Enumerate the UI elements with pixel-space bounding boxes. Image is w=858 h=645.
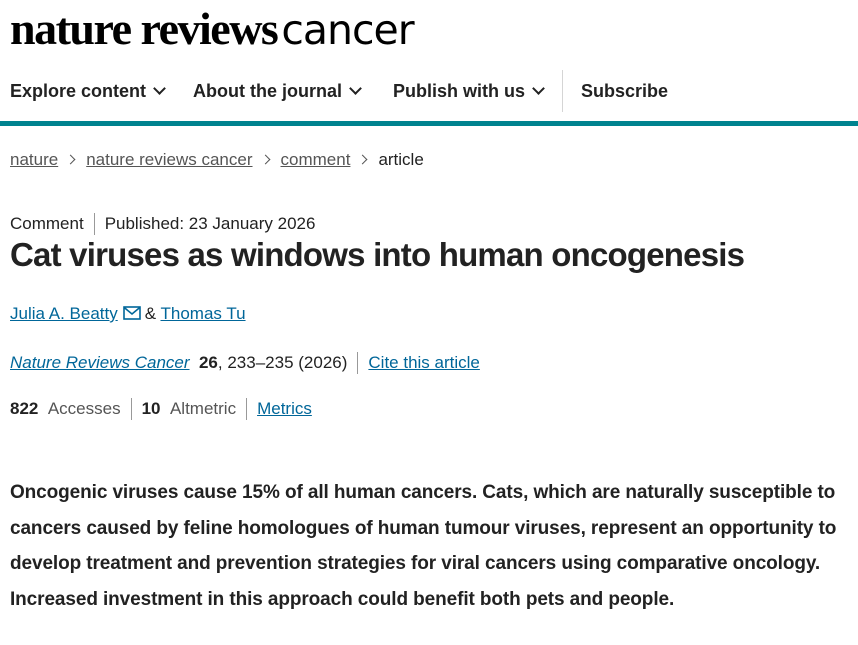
accesses-label: Accesses bbox=[47, 399, 121, 418]
article-meta: Comment Published: 23 January 2026 bbox=[10, 212, 315, 236]
breadcrumb-nature-reviews-cancer[interactable]: nature reviews cancer bbox=[86, 150, 252, 169]
altmetric-count: 10 bbox=[141, 399, 161, 418]
accesses-count: 822 bbox=[10, 399, 39, 418]
author-separator: & bbox=[144, 304, 157, 323]
citation-line: Nature Reviews Cancer 26, 233–235 (2026)… bbox=[10, 350, 480, 376]
journal-link[interactable]: Nature Reviews Cancer bbox=[10, 353, 190, 372]
volume-number: 26 bbox=[198, 353, 218, 372]
author-link[interactable]: Julia A. Beatty bbox=[10, 304, 118, 323]
main-nav: Explore content About the journal Publis… bbox=[0, 66, 858, 116]
chevron-down-icon bbox=[532, 82, 545, 95]
altmetric-label: Altmetric bbox=[169, 399, 237, 418]
breadcrumb-nature[interactable]: nature bbox=[10, 150, 58, 169]
email-icon[interactable] bbox=[122, 302, 141, 328]
metrics-divider bbox=[246, 397, 248, 420]
cite-divider bbox=[357, 351, 359, 374]
logo-light-text: cancer bbox=[281, 6, 414, 54]
header-accent-bar bbox=[0, 121, 858, 126]
article-type: Comment bbox=[10, 214, 84, 233]
nav-label: About the journal bbox=[193, 81, 342, 101]
chevron-right-icon bbox=[357, 154, 368, 165]
nav-subscribe[interactable]: Subscribe bbox=[581, 66, 668, 116]
breadcrumb: nature nature reviews cancer comment articl… bbox=[10, 148, 424, 172]
article-abstract: Oncogenic viruses cause 15% of all human… bbox=[10, 482, 837, 610]
meta-divider bbox=[93, 212, 95, 235]
chevron-right-icon bbox=[65, 154, 76, 165]
breadcrumb-comment[interactable]: comment bbox=[281, 150, 351, 169]
article-metrics: 822 Accesses 10 Altmetric Metrics bbox=[10, 396, 312, 422]
chevron-down-icon bbox=[153, 82, 166, 95]
nav-publish-with-us[interactable]: Publish with us bbox=[393, 66, 545, 116]
nav-explore-content[interactable]: Explore content bbox=[10, 66, 166, 116]
nav-divider bbox=[562, 70, 563, 112]
pages-year: , 233–235 (2026) bbox=[217, 353, 348, 372]
chevron-right-icon bbox=[260, 154, 270, 165]
metrics-link[interactable]: Metrics bbox=[257, 399, 312, 418]
chevron-down-icon bbox=[349, 82, 362, 95]
nav-about-journal[interactable]: About the journal bbox=[193, 66, 362, 116]
logo-bold-text: nature reviews bbox=[10, 3, 279, 54]
author-link[interactable]: Thomas Tu bbox=[161, 304, 246, 323]
journal-logo[interactable]: nature reviewscancer bbox=[10, 3, 415, 55]
author-list: Julia A. Beatty & Thomas Tu bbox=[10, 301, 246, 327]
metrics-divider bbox=[130, 397, 132, 420]
published-date: Published: 23 January 2026 bbox=[104, 214, 316, 233]
breadcrumb-current: article bbox=[378, 150, 424, 169]
nav-label: Publish with us bbox=[393, 81, 526, 101]
nav-label: Subscribe bbox=[581, 81, 669, 101]
cite-this-article-link[interactable]: Cite this article bbox=[368, 353, 479, 372]
nav-label: Explore content bbox=[10, 81, 147, 101]
article-title: Cat viruses as windows into human oncoge… bbox=[10, 236, 745, 273]
